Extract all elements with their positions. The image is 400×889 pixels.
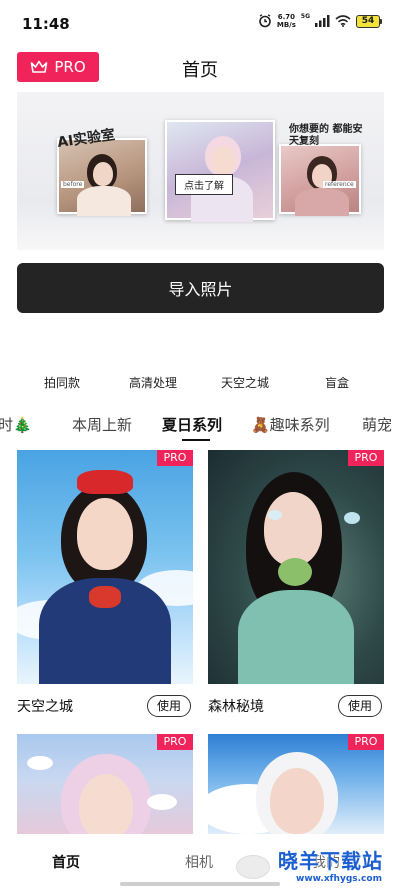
banner-tag-before: before [61,181,85,188]
header: PRO 首页 [0,48,400,88]
template-image: PRO [17,734,193,838]
status-icons: 6.70 MB/s 5G 54 [258,13,382,29]
signal-5g-label: 5G [300,12,310,20]
card-pro-badge: PRO [348,450,384,466]
template-card-sky-city[interactable]: PRO 天空之城 使用 [17,450,193,717]
nav-camera[interactable]: 相机 [185,852,213,872]
battery-icon: 54 [356,14,382,28]
quick-link-hd-process[interactable]: 高清处理 [129,374,177,391]
template-image: PRO [208,450,384,684]
card-pro-badge: PRO [157,734,193,750]
category-tabs: 时🎄 本周上新 夏日系列 🧸趣味系列 萌宠 [0,412,400,442]
cellular-signal-icon [315,15,330,27]
tab-active-indicator [182,439,210,441]
quick-link-shoot-same[interactable]: 拍同款 [44,374,80,391]
site-watermark: 晓羊下载站 www.xfhygs.com [236,845,400,887]
template-image: PRO [17,450,193,684]
sheep-logo-icon [236,855,270,879]
alarm-icon [259,14,271,28]
template-card-clouds[interactable]: PRO [208,734,384,838]
home-indicator [120,882,280,886]
watermark-url: www.xfhygs.com [296,874,382,884]
quick-link-blind-box[interactable]: 盲盒 [325,374,349,391]
quick-link-sky-city[interactable]: 天空之城 [221,374,269,391]
status-time: 11:48 [22,15,70,33]
card-pro-badge: PRO [157,450,193,466]
tab-weekly-new[interactable]: 本周上新 [72,414,132,435]
template-image: PRO [208,734,384,838]
use-template-button[interactable]: 使用 [338,695,382,717]
battery-level: 54 [356,14,380,28]
watermark-main: 晓羊下载站 [278,849,383,873]
banner-photo-main [165,120,275,222]
tab-holiday[interactable]: 时🎄 [0,414,32,435]
tab-cute-pets[interactable]: 萌宠 [362,414,392,435]
wifi-icon [335,15,351,27]
promo-banner[interactable]: AI实验室 你想要的 都能安天复刻 点击了解 before reference [17,92,384,250]
use-template-button[interactable]: 使用 [147,695,191,717]
template-card-doves[interactable]: PRO [17,734,193,838]
card-pro-badge: PRO [348,734,384,750]
page-title: 首页 [182,60,218,81]
import-photo-button[interactable]: 导入照片 [17,263,384,313]
status-bar: 11:48 6.70 MB/s 5G 54 [0,0,400,44]
nav-home[interactable]: 首页 [52,852,80,872]
network-speed: 6.70 MB/s [276,13,296,29]
banner-cta-button[interactable]: 点击了解 [175,174,233,195]
card-title: 森林秘境 [208,699,264,715]
quick-links: 拍同款 高清处理 天空之城 盲盒 [0,374,400,394]
template-card-forest-secret[interactable]: PRO 森林秘境 使用 [208,450,384,717]
banner-tag-reference: reference [323,181,356,188]
tab-summer-series[interactable]: 夏日系列 [162,414,222,435]
tab-fun-series[interactable]: 🧸趣味系列 [251,414,330,435]
banner-title-right: 你想要的 都能安天复刻 [289,124,363,147]
banner-photo-reference [279,144,361,216]
card-title: 天空之城 [17,699,73,715]
